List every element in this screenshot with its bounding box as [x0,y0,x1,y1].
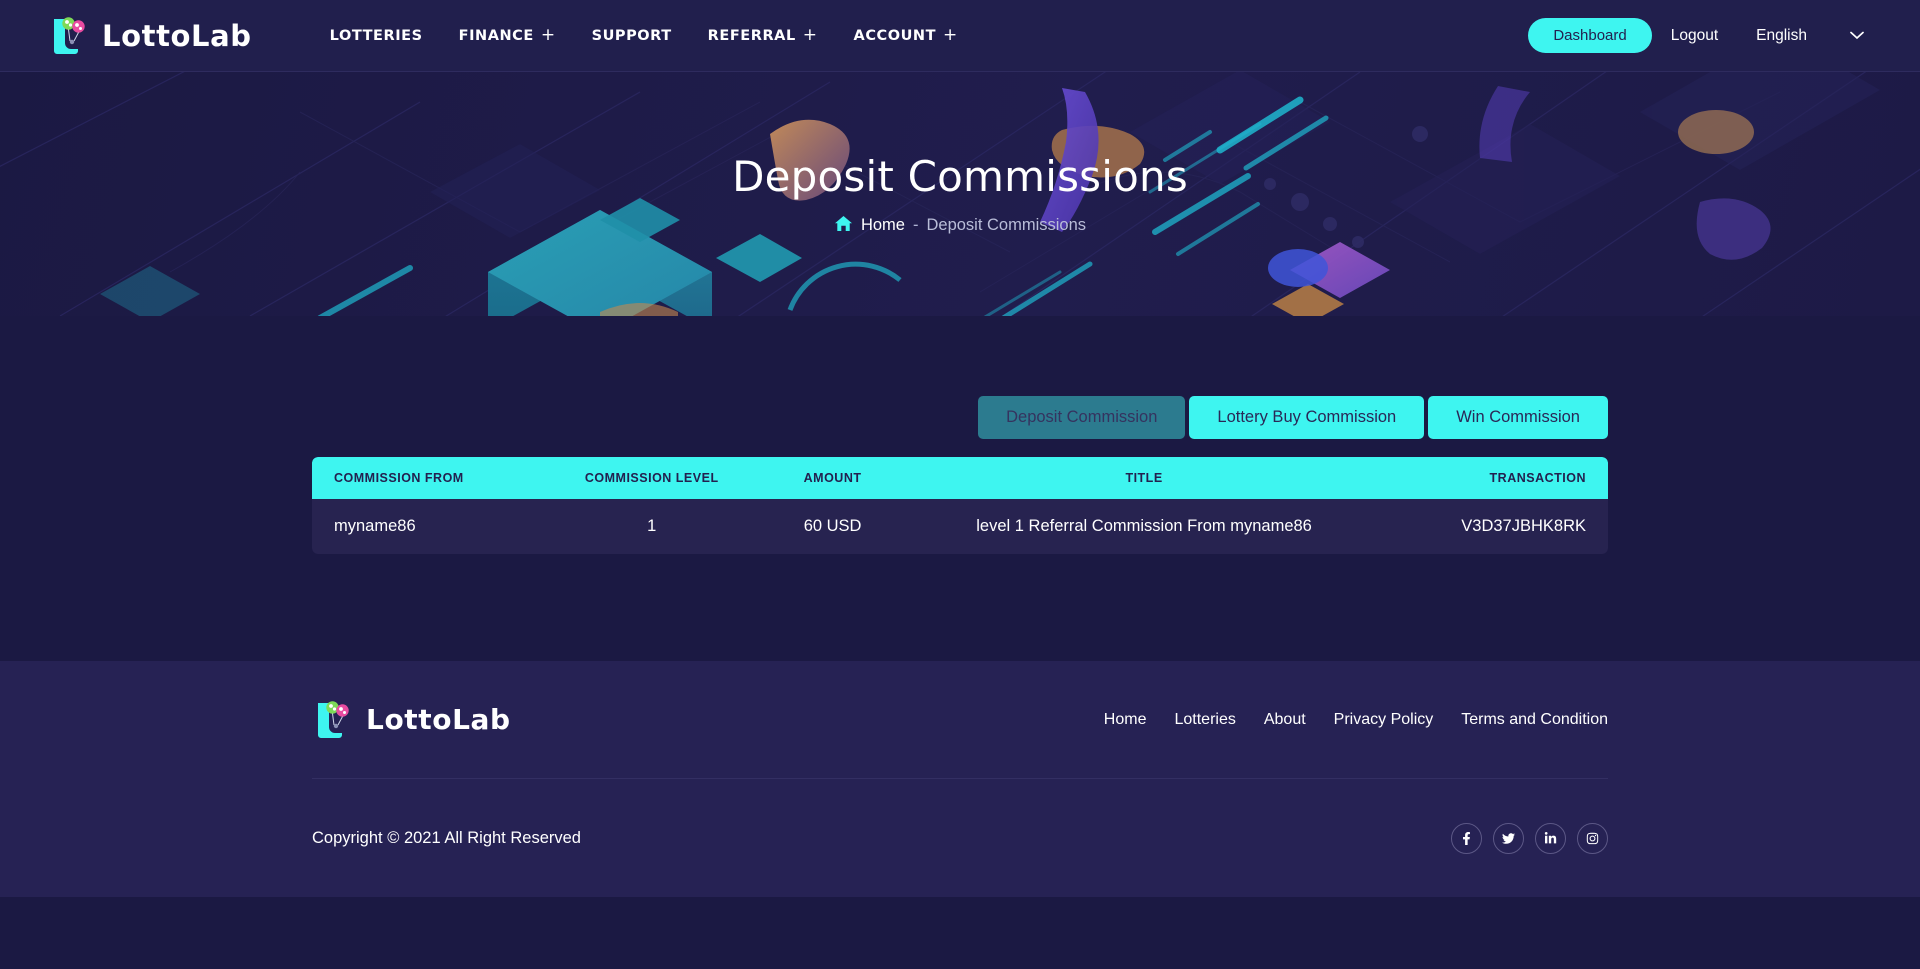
column-header-commission-level: COMMISSION LEVEL [537,457,767,499]
footer-link-privacy-policy[interactable]: Privacy Policy [1334,711,1434,729]
nav-label: LOTTERIES [330,28,423,44]
hero-content: Deposit Commissions Home - Deposit Commi… [0,72,1920,316]
nav-label: FINANCE [459,28,534,44]
facebook-icon[interactable] [1451,823,1482,854]
logout-link[interactable]: Logout [1652,27,1737,45]
cell-title: level 1 Referral Commission From myname8… [898,499,1389,554]
nav-item-account[interactable]: ACCOUNT + [836,0,976,72]
breadcrumb-current: Deposit Commissions [926,216,1086,235]
copyright-text: Copyright © 2021 All Right Reserved [312,829,581,848]
column-header-transaction: TRANSACTION [1390,457,1608,499]
footer-link-about[interactable]: About [1264,711,1306,729]
footer-brand-name: LottoLab [366,703,511,736]
dashboard-button[interactable]: Dashboard [1528,18,1651,53]
footer-top-row: LottoLab Home Lotteries About Privacy Po… [312,661,1608,779]
column-header-title: TITLE [898,457,1389,499]
top-navbar: LottoLab LOTTERIES FINANCE + SUPPORT REF… [0,0,1920,72]
page-hero-banner: Deposit Commissions Home - Deposit Commi… [0,72,1920,316]
breadcrumb: Home - Deposit Commissions [834,215,1086,237]
brand-logo[interactable]: LottoLab [48,15,252,57]
home-icon [834,215,853,237]
linkedin-icon[interactable] [1535,823,1566,854]
main-navigation: LOTTERIES FINANCE + SUPPORT REFERRAL + A… [312,0,976,72]
footer-link-lotteries[interactable]: Lotteries [1174,711,1235,729]
lottolab-logo-icon [48,15,92,57]
lottolab-logo-icon [312,699,356,741]
breadcrumb-separator: - [913,216,919,235]
main-content: Deposit Commission Lottery Buy Commissio… [0,316,1920,661]
footer-link-home[interactable]: Home [1104,711,1147,729]
tab-deposit-commission[interactable]: Deposit Commission [978,396,1185,439]
plus-icon: + [943,27,958,44]
commission-tabs: Deposit Commission Lottery Buy Commissio… [312,396,1608,439]
table-body: myname86 1 60 USD level 1 Referral Commi… [312,499,1608,554]
language-selector[interactable]: English [1737,27,1826,45]
column-header-amount: AMOUNT [767,457,899,499]
cell-commission-level: 1 [537,499,767,554]
footer-bottom-row: Copyright © 2021 All Right Reserved [312,779,1608,897]
commissions-table: COMMISSION FROM COMMISSION LEVEL AMOUNT … [312,457,1608,554]
nav-item-lotteries[interactable]: LOTTERIES [312,0,441,72]
column-header-commission-from: COMMISSION FROM [312,457,537,499]
tab-win-commission[interactable]: Win Commission [1428,396,1608,439]
nav-item-support[interactable]: SUPPORT [574,0,690,72]
nav-item-finance[interactable]: FINANCE + [441,0,574,72]
page-title: Deposit Commissions [732,152,1188,201]
plus-icon: + [803,27,818,44]
nav-label: REFERRAL [708,28,796,44]
social-links [1451,823,1608,854]
navbar-right-actions: Dashboard Logout English [1528,18,1884,53]
table-head: COMMISSION FROM COMMISSION LEVEL AMOUNT … [312,457,1608,499]
tab-lottery-buy-commission[interactable]: Lottery Buy Commission [1189,396,1424,439]
plus-icon: + [541,27,556,44]
breadcrumb-home-link[interactable]: Home [861,216,905,235]
footer-link-terms-and-condition[interactable]: Terms and Condition [1461,711,1608,729]
instagram-icon[interactable] [1577,823,1608,854]
page-root: LottoLab LOTTERIES FINANCE + SUPPORT REF… [0,0,1920,969]
brand-name: LottoLab [102,19,252,53]
footer-brand-logo[interactable]: LottoLab [312,699,511,741]
twitter-icon[interactable] [1493,823,1524,854]
cell-commission-from: myname86 [312,499,537,554]
table-row: myname86 1 60 USD level 1 Referral Commi… [312,499,1608,554]
cell-transaction: V3D37JBHK8RK [1390,499,1608,554]
footer-container: LottoLab Home Lotteries About Privacy Po… [312,661,1608,897]
table-header-row: COMMISSION FROM COMMISSION LEVEL AMOUNT … [312,457,1608,499]
nav-item-referral[interactable]: REFERRAL + [690,0,836,72]
nav-label: SUPPORT [592,28,672,44]
footer-links: Home Lotteries About Privacy Policy Term… [1104,711,1608,729]
nav-label: ACCOUNT [854,28,936,44]
cell-amount: 60 USD [767,499,899,554]
page-footer: LottoLab Home Lotteries About Privacy Po… [0,661,1920,897]
chevron-down-icon[interactable] [1826,31,1884,40]
content-container: Deposit Commission Lottery Buy Commissio… [312,396,1608,554]
